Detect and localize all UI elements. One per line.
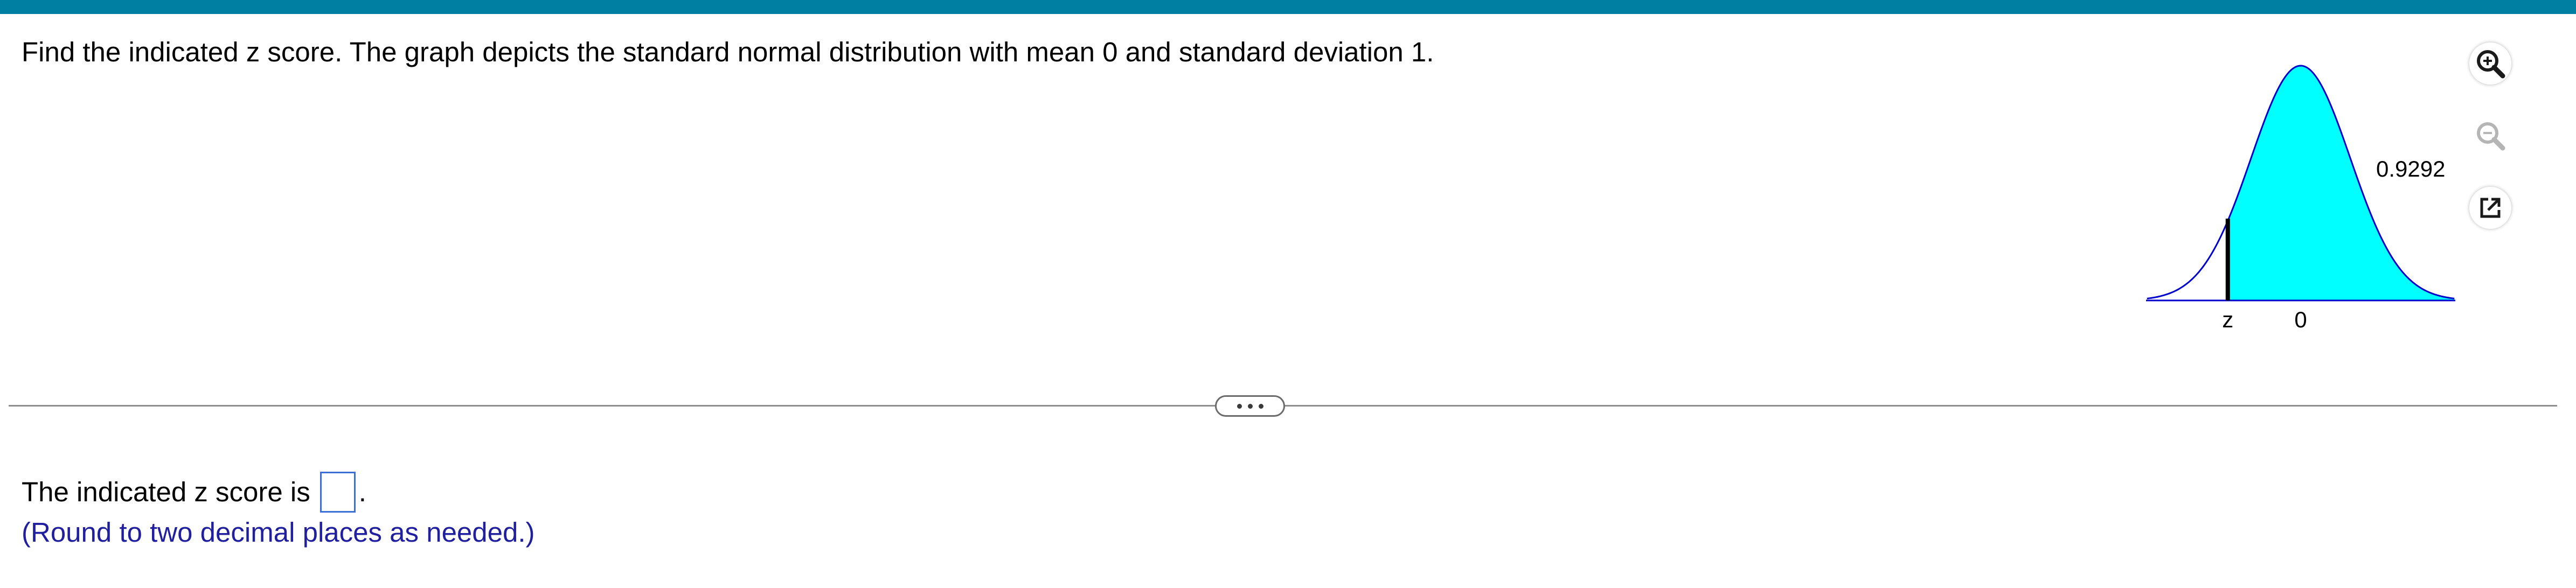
normal-curve-svg: 0.9292 z 0 (2146, 65, 2455, 332)
popout-icon (2480, 198, 2501, 218)
z-label: z (2222, 307, 2233, 332)
z-score-answer-input[interactable] (320, 472, 356, 513)
dot (1237, 403, 1242, 409)
zoom-in-icon (2477, 50, 2505, 79)
expand-more-button[interactable] (1215, 395, 1285, 417)
question-text: Find the indicated z score. The graph de… (22, 37, 1434, 67)
dot (1247, 403, 1253, 409)
mean-label: 0 (2294, 307, 2307, 332)
dot (1258, 403, 1263, 409)
shaded-area (2227, 66, 2455, 300)
zoom-out-button[interactable] (2469, 114, 2512, 157)
zoom-in-button[interactable] (2469, 42, 2512, 85)
answer-prefix: The indicated z score is (22, 477, 310, 507)
zoom-out-icon (2477, 122, 2505, 151)
area-label: 0.9292 (2376, 156, 2445, 181)
popout-button[interactable] (2469, 186, 2512, 229)
answer-line: The indicated z score is . (22, 471, 366, 514)
answer-suffix: . (358, 477, 366, 507)
rounding-hint: (Round to two decimal places as needed.) (22, 517, 535, 548)
top-accent-bar (0, 0, 2576, 14)
normal-distribution-graph: 0.9292 z 0 (2134, 65, 2468, 345)
